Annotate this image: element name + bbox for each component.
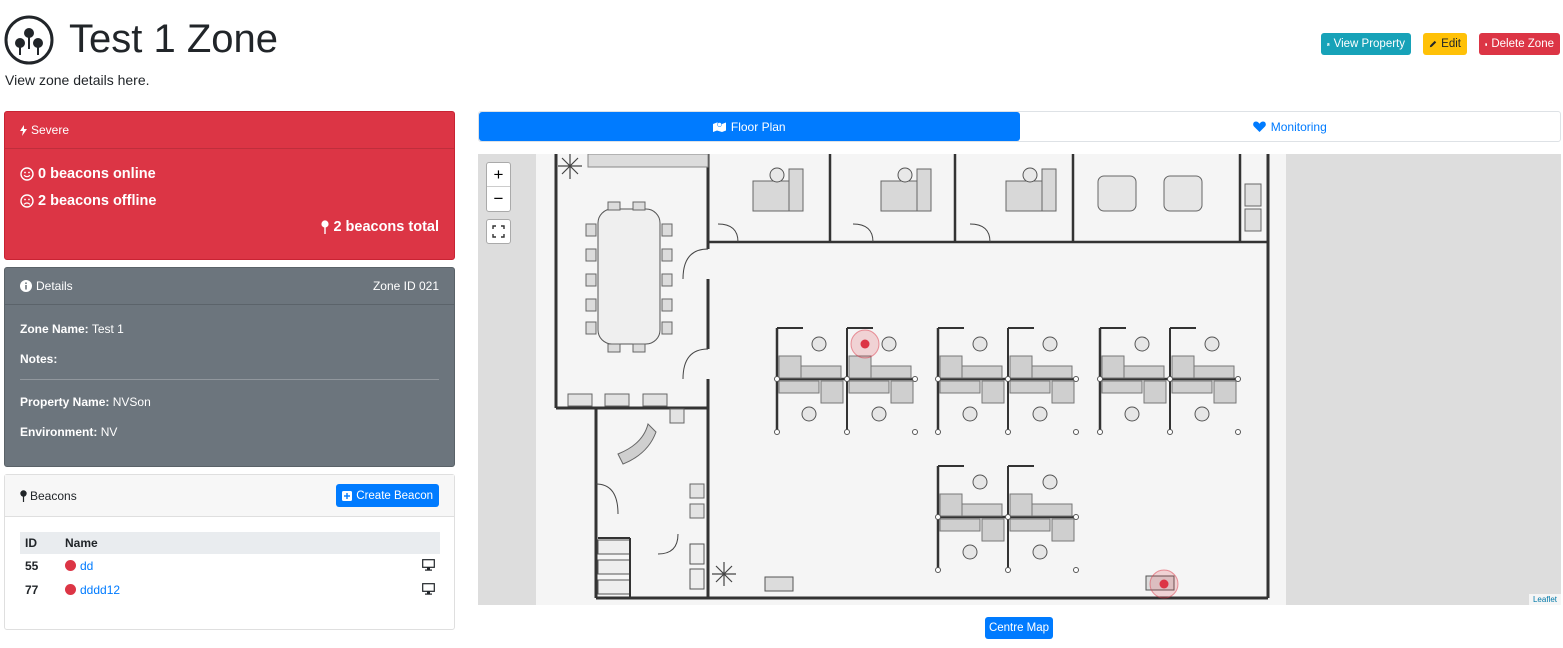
zone-name-value: Test 1 bbox=[91, 322, 124, 336]
tab-monitoring[interactable]: Monitoring bbox=[1020, 112, 1561, 141]
environment-value: NV bbox=[100, 425, 118, 439]
monitor-icon[interactable] bbox=[422, 558, 435, 571]
zoom-control: + − bbox=[486, 162, 511, 212]
tab-floor-plan[interactable]: Floor Plan bbox=[479, 112, 1020, 141]
floor-plan-map[interactable]: + − Leaflet bbox=[478, 154, 1561, 605]
notes-label: Notes: bbox=[20, 352, 58, 366]
create-beacon-button[interactable]: Create Beacon bbox=[336, 484, 439, 507]
table-row: 55 dd bbox=[20, 554, 440, 578]
map-marked-icon bbox=[712, 122, 726, 132]
beacons-table: ID Name 55 dd 77 dddd12 bbox=[20, 532, 440, 602]
building-icon bbox=[1327, 42, 1330, 46]
details-card: Details Zone ID 021 Zone Name: Test 1 No… bbox=[4, 267, 455, 467]
beacons-total-line: 2 beacons total bbox=[321, 219, 439, 235]
environment-row: Environment: NV bbox=[20, 425, 117, 439]
details-title: Details bbox=[36, 279, 73, 293]
tab-floor-plan-label: Floor Plan bbox=[730, 119, 786, 134]
edit-button[interactable]: Edit bbox=[1423, 33, 1467, 55]
trash-icon bbox=[1485, 42, 1488, 46]
details-divider bbox=[20, 379, 439, 380]
bolt-icon bbox=[20, 124, 27, 136]
property-name-value: NVSon bbox=[112, 395, 151, 409]
create-beacon-label: Create Beacon bbox=[356, 489, 433, 502]
details-header: Details Zone ID 021 bbox=[5, 268, 454, 305]
beacon-monitor-cell bbox=[341, 578, 440, 602]
map-pin-icon bbox=[321, 220, 330, 234]
table-row: 77 dddd12 bbox=[20, 578, 440, 602]
beacon-monitor-cell bbox=[341, 554, 440, 578]
monitor-icon[interactable] bbox=[422, 582, 435, 595]
details-title-wrap: Details bbox=[20, 279, 73, 293]
property-name-label: Property Name: bbox=[20, 395, 110, 409]
severity-header: Severe bbox=[5, 112, 454, 149]
delete-zone-label: Delete Zone bbox=[1491, 38, 1554, 50]
floor-plan-image bbox=[536, 154, 1286, 605]
zoom-out-button[interactable]: − bbox=[487, 187, 510, 211]
beacon-id: 77 bbox=[25, 583, 39, 597]
status-dot bbox=[65, 560, 76, 571]
beacons-online-text: 0 beacons online bbox=[38, 166, 156, 182]
view-property-label: View Property bbox=[1333, 38, 1405, 50]
beacon-id: 55 bbox=[25, 559, 39, 573]
col-name-header: Name bbox=[60, 532, 341, 554]
plus-square-icon bbox=[342, 490, 353, 501]
severity-label: Severe bbox=[31, 123, 70, 137]
view-property-button[interactable]: View Property bbox=[1321, 33, 1411, 55]
delete-zone-button[interactable]: Delete Zone bbox=[1479, 33, 1560, 55]
beacon-name-cell: dddd12 bbox=[60, 578, 341, 602]
beacons-title-wrap: Beacons bbox=[20, 489, 77, 503]
environment-label: Environment: bbox=[20, 425, 98, 439]
fullscreen-button[interactable] bbox=[486, 219, 511, 244]
zone-name-row: Zone Name: Test 1 bbox=[20, 322, 124, 336]
edit-label: Edit bbox=[1441, 38, 1461, 50]
centre-map-button[interactable]: Centre Map bbox=[985, 617, 1053, 639]
property-name-row: Property Name: NVSon bbox=[20, 395, 151, 409]
map-pin-icon bbox=[20, 489, 27, 502]
beacon-name-cell: dd bbox=[60, 554, 341, 578]
map-attribution[interactable]: Leaflet bbox=[1528, 594, 1561, 605]
beacon-name-link[interactable]: dd bbox=[80, 559, 93, 573]
notes-row: Notes: bbox=[20, 352, 57, 366]
view-tabs: Floor Plan Monitoring bbox=[478, 111, 1561, 142]
beacons-header: Beacons Create Beacon bbox=[5, 475, 454, 517]
fullscreen-icon bbox=[492, 225, 505, 238]
zone-logo-icon bbox=[4, 15, 54, 65]
severity-card: Severe 0 beacons online 2 beacons offlin… bbox=[4, 111, 455, 260]
table-header-row: ID Name bbox=[20, 532, 440, 554]
zone-name-label: Zone Name: bbox=[20, 322, 89, 336]
beacons-offline-text: 2 beacons offline bbox=[38, 193, 157, 209]
zoom-in-button[interactable]: + bbox=[487, 163, 510, 187]
zone-id: Zone ID 021 bbox=[372, 279, 439, 293]
heart-icon bbox=[1252, 121, 1266, 132]
beacons-offline-line: 2 beacons offline bbox=[20, 193, 156, 209]
page-subtitle: View zone details here. bbox=[5, 72, 150, 88]
page-title: Test 1 Zone bbox=[69, 17, 279, 61]
beacons-card: Beacons Create Beacon ID Name 55 dd 77 d… bbox=[4, 474, 455, 630]
beacons-total-text: 2 beacons total bbox=[333, 219, 439, 235]
frown-icon bbox=[20, 194, 34, 208]
col-action-header bbox=[340, 532, 440, 554]
beacons-title: Beacons bbox=[30, 488, 77, 503]
beacon-name-link[interactable]: dddd12 bbox=[80, 583, 120, 597]
smile-icon bbox=[20, 167, 34, 181]
pencil-icon bbox=[1429, 40, 1437, 48]
tab-monitoring-label: Monitoring bbox=[1270, 119, 1327, 134]
info-icon bbox=[20, 280, 32, 292]
beacons-online-line: 0 beacons online bbox=[20, 166, 156, 182]
col-id-header: ID bbox=[20, 532, 60, 554]
status-dot bbox=[65, 584, 76, 595]
